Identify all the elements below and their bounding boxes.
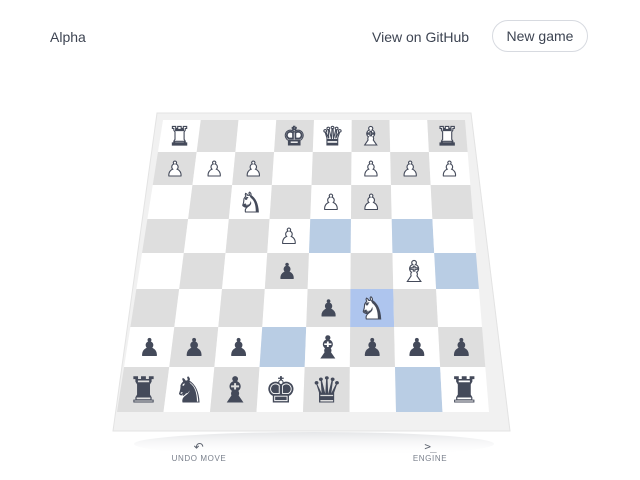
square-g3[interactable] — [393, 289, 439, 327]
square-c8[interactable] — [235, 120, 277, 152]
black-pawn-d4[interactable]: ♟ — [277, 259, 297, 285]
engine-label: ENGINE — [412, 454, 448, 463]
square-a6[interactable] — [147, 185, 193, 219]
square-d2[interactable] — [259, 327, 307, 367]
square-b6[interactable] — [188, 185, 233, 219]
square-b4[interactable] — [179, 253, 226, 289]
black-rook-a1[interactable]: ♜ — [127, 370, 159, 411]
square-e4[interactable] — [307, 253, 351, 289]
square-g1[interactable] — [394, 367, 443, 412]
square-g6[interactable] — [390, 185, 433, 219]
white-pawn-a7[interactable]: ♟ — [165, 156, 184, 181]
black-pawn-b2[interactable]: ♟ — [183, 333, 205, 362]
black-pawn-f2[interactable]: ♟ — [361, 333, 383, 362]
white-pawn-d5[interactable]: ♟ — [279, 223, 299, 249]
square-a5[interactable] — [142, 219, 189, 253]
square-h3[interactable] — [436, 289, 483, 327]
white-bishop-g4[interactable]: ♝ — [401, 254, 428, 289]
square-c5[interactable] — [225, 219, 270, 253]
white-pawn-g7[interactable]: ♟ — [400, 156, 419, 181]
undo-move-label: UNDO MOVE — [171, 454, 227, 463]
black-king-d1[interactable]: ♚ — [265, 370, 297, 411]
square-a4[interactable] — [136, 253, 184, 289]
square-g5[interactable] — [391, 219, 435, 253]
black-pawn-g2[interactable]: ♟ — [406, 333, 428, 362]
white-pawn-e6[interactable]: ♟ — [321, 189, 341, 215]
black-knight-b1[interactable]: ♞ — [173, 370, 205, 411]
square-e5[interactable] — [308, 219, 351, 253]
white-knight-f3[interactable]: ♞ — [358, 291, 386, 327]
white-queen-e8[interactable]: ♛ — [320, 122, 344, 153]
square-f5[interactable] — [350, 219, 393, 253]
square-b3[interactable] — [174, 289, 223, 327]
white-pawn-f7[interactable]: ♟ — [361, 156, 380, 181]
undo-move-button[interactable]: ↶ UNDO MOVE — [159, 440, 239, 463]
square-h5[interactable] — [432, 219, 476, 253]
white-king-d8[interactable]: ♚ — [282, 122, 306, 153]
white-pawn-b7[interactable]: ♟ — [204, 156, 223, 181]
square-e7[interactable] — [311, 152, 352, 185]
square-h6[interactable] — [430, 185, 474, 219]
black-bishop-e2[interactable]: ♝ — [313, 329, 342, 367]
undo-arrow-icon: ↶ — [193, 440, 205, 454]
black-bishop-c1[interactable]: ♝ — [219, 370, 251, 411]
square-d7[interactable] — [271, 152, 313, 185]
square-b5[interactable] — [183, 219, 229, 253]
black-pawn-c2[interactable]: ♟ — [228, 333, 250, 362]
square-h4[interactable] — [434, 253, 479, 289]
square-b8[interactable] — [196, 120, 239, 152]
white-knight-c6[interactable]: ♞ — [238, 187, 263, 219]
black-pawn-a2[interactable]: ♟ — [138, 333, 160, 362]
white-bishop-f8[interactable]: ♝ — [359, 122, 383, 153]
square-c3[interactable] — [218, 289, 265, 327]
engine-button[interactable]: >_ ENGINE — [390, 440, 470, 463]
black-queen-e1[interactable]: ♛ — [311, 370, 343, 411]
terminal-prompt-icon: >_ — [424, 440, 436, 453]
square-g8[interactable] — [389, 120, 429, 152]
black-pawn-h2[interactable]: ♟ — [450, 333, 472, 362]
white-rook-a8[interactable]: ♜ — [168, 122, 192, 153]
square-f4[interactable] — [350, 253, 394, 289]
white-rook-h8[interactable]: ♜ — [435, 122, 459, 153]
chess-board-area: ♜ ♚ ♛ ♝ ♜ ♟ ♟ ♟ ♟ ♟ ♟ ♞ ♟ ♟ ♟ ♟ ♝ ♟ ♞ ♟ ♟ ♟ ♝ ♟ ♟ ♟ ♜ ♞ ♝ ♚ ♛ ♜ — [0, 0, 640, 480]
chess-board: ♜ ♚ ♛ ♝ ♜♟ ♟ ♟ ♟ ♟ ♟♞ ♟ ♟♟♟ ♝♟ ♞♟ ♟ ♟ ♝ ♟ ♟ ♟♜ ♞ ♝ ♚ ♛ ♜ — [112, 112, 511, 456]
square-a3[interactable] — [130, 289, 180, 327]
square-d6[interactable] — [269, 185, 312, 219]
white-pawn-h7[interactable]: ♟ — [440, 156, 459, 181]
square-d3[interactable] — [262, 289, 308, 327]
white-pawn-f6[interactable]: ♟ — [361, 189, 381, 215]
black-pawn-e3[interactable]: ♟ — [318, 294, 339, 322]
black-rook-h1[interactable]: ♜ — [448, 370, 480, 411]
square-c4[interactable] — [222, 253, 268, 289]
square-f1[interactable] — [349, 367, 397, 412]
white-pawn-c7[interactable]: ♟ — [244, 156, 263, 181]
